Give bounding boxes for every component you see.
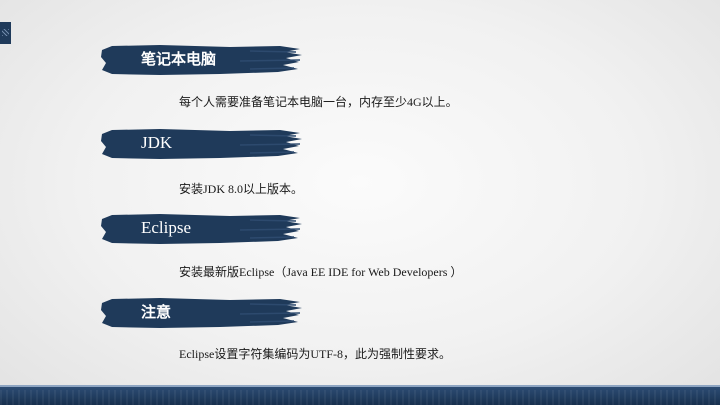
corner-accent: [0, 22, 11, 44]
section-banner: JDK: [100, 127, 305, 161]
section-banner: 注意: [100, 296, 305, 330]
section-body: 每个人需要准备笔记本电脑一台，内存至少4G以上。: [179, 95, 458, 109]
brush-stroke-shape: [101, 298, 302, 328]
section-body: 安装JDK 8.0以上版本。: [179, 182, 304, 196]
section-body: Eclipse设置字符集编码为UTF-8，此为强制性要求。: [179, 347, 451, 361]
section-title: JDK: [141, 133, 173, 152]
section-body: 安装最新版Eclipse（Java EE IDE for Web Develop…: [179, 265, 463, 279]
section-title: 笔记本电脑: [141, 50, 217, 68]
footer-bar: [0, 385, 720, 405]
section-title: Eclipse: [141, 218, 192, 237]
section-title: 注意: [141, 303, 172, 321]
section-banner: 笔记本电脑: [100, 43, 305, 77]
brush-stroke-shape: [101, 214, 302, 244]
brush-stroke-shape: [101, 129, 302, 159]
section-banner: Eclipse: [100, 212, 305, 246]
